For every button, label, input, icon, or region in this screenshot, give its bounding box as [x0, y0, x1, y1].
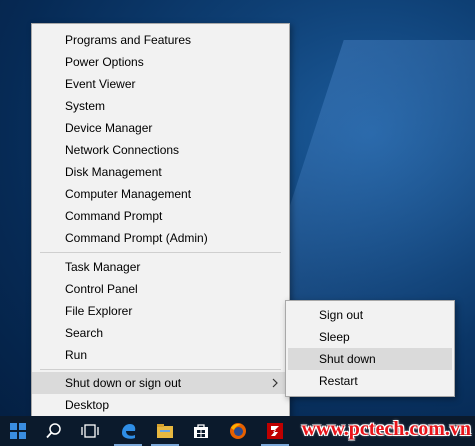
submenu-item-sleep[interactable]: Sleep	[288, 326, 452, 348]
filezilla-icon[interactable]	[257, 416, 293, 446]
menu-item-device-manager[interactable]: Device Manager	[32, 117, 289, 139]
menu-separator	[40, 252, 281, 253]
menu-item-label: Network Connections	[65, 143, 180, 157]
menu-item-control-panel[interactable]: Control Panel	[32, 278, 289, 300]
power-user-menu: Programs and Features Power Options Even…	[31, 23, 290, 419]
submenu-item-label: Sign out	[319, 308, 364, 322]
submenu-item-restart[interactable]: Restart	[288, 370, 452, 392]
menu-item-label: System	[65, 99, 106, 113]
menu-item-label: Disk Management	[65, 165, 162, 179]
menu-item-file-explorer[interactable]: File Explorer	[32, 300, 289, 322]
menu-item-network-connections[interactable]: Network Connections	[32, 139, 289, 161]
edge-browser-icon[interactable]	[110, 416, 146, 446]
menu-item-task-manager[interactable]: Task Manager	[32, 256, 289, 278]
menu-item-label: Desktop	[65, 398, 110, 412]
menu-item-label: Command Prompt (Admin)	[65, 231, 208, 245]
search-icon[interactable]	[36, 416, 72, 446]
submenu-item-sign-out[interactable]: Sign out	[288, 304, 452, 326]
menu-item-label: Shut down or sign out	[65, 376, 182, 390]
menu-item-label: Task Manager	[65, 260, 141, 274]
task-view-icon[interactable]	[72, 416, 108, 446]
menu-item-label: Command Prompt	[65, 209, 163, 223]
menu-item-disk-management[interactable]: Disk Management	[32, 161, 289, 183]
submenu-item-label: Sleep	[319, 330, 350, 344]
menu-separator	[40, 369, 281, 370]
watermark-text: www.pctech.com.vn	[301, 418, 471, 440]
menu-item-label: Computer Management	[65, 187, 192, 201]
menu-item-label: Run	[65, 348, 88, 362]
file-explorer-icon[interactable]	[147, 416, 183, 446]
menu-item-search[interactable]: Search	[32, 322, 289, 344]
menu-item-label: Control Panel	[65, 282, 138, 296]
shutdown-submenu: Sign out Sleep Shut down Restart	[285, 300, 455, 397]
menu-item-desktop[interactable]: Desktop	[32, 394, 289, 416]
menu-item-command-prompt-admin[interactable]: Command Prompt (Admin)	[32, 227, 289, 249]
menu-item-label: Programs and Features	[65, 33, 192, 47]
submenu-item-label: Restart	[319, 374, 358, 388]
firefox-icon[interactable]	[220, 416, 256, 446]
menu-item-programs-and-features[interactable]: Programs and Features	[32, 29, 289, 51]
menu-item-power-options[interactable]: Power Options	[32, 51, 289, 73]
menu-item-event-viewer[interactable]: Event Viewer	[32, 73, 289, 95]
menu-item-command-prompt[interactable]: Command Prompt	[32, 205, 289, 227]
menu-item-run[interactable]: Run	[32, 344, 289, 366]
menu-item-shut-down-or-sign-out[interactable]: Shut down or sign out	[32, 372, 289, 394]
windows-start-icon[interactable]	[0, 416, 36, 446]
submenu-item-label: Shut down	[319, 352, 376, 366]
menu-item-label: Power Options	[65, 55, 144, 69]
menu-item-label: File Explorer	[65, 304, 133, 318]
store-icon[interactable]	[183, 416, 219, 446]
menu-item-label: Search	[65, 326, 104, 340]
menu-item-label: Event Viewer	[65, 77, 136, 91]
menu-item-system[interactable]: System	[32, 95, 289, 117]
menu-item-label: Device Manager	[65, 121, 153, 135]
menu-item-computer-management[interactable]: Computer Management	[32, 183, 289, 205]
submenu-item-shut-down[interactable]: Shut down	[288, 348, 452, 370]
